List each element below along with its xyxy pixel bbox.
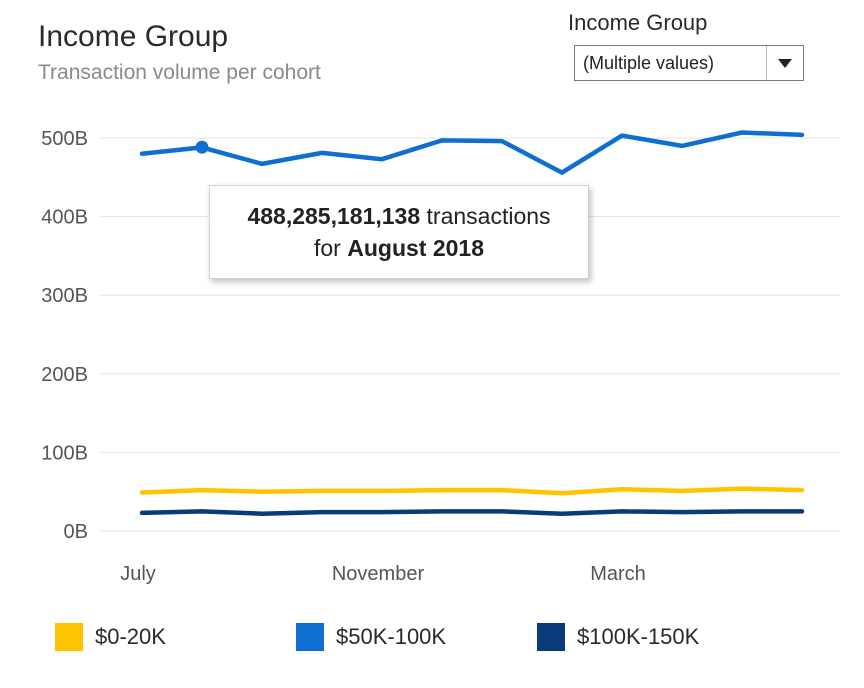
highlighted-point-marker[interactable]	[195, 140, 209, 154]
legend-swatch-50k-100k	[296, 623, 324, 651]
legend-item-0-20k[interactable]: $0-20K	[55, 623, 166, 651]
legend-item-100k-150k[interactable]: $100K-150K	[537, 623, 699, 651]
x-tick-label: March	[590, 563, 646, 585]
x-tick-label: November	[332, 563, 425, 585]
series-line-2[interactable]	[139, 509, 805, 516]
tooltip-unit: transactions	[420, 203, 551, 229]
y-tick-label: 500B	[41, 128, 88, 150]
line-chart: 0B 100B 200B 300B 400B 500B July November March	[41, 128, 840, 585]
legend-label-100k-150k: $100K-150K	[577, 624, 700, 649]
data-tooltip: 488,285,181,138 transactions for August …	[209, 185, 589, 279]
legend-label-50k-100k: $50K-100K	[336, 624, 447, 649]
y-tick-label: 0B	[64, 521, 88, 543]
tooltip-prefix: for	[314, 235, 348, 261]
tooltip-line-1: 488,285,181,138 transactions	[210, 200, 588, 232]
y-tick-label: 200B	[41, 364, 88, 386]
legend-swatch-0-20k	[55, 623, 83, 651]
y-axis-ticks: 0B 100B 200B 300B 400B 500B	[41, 128, 88, 543]
x-axis-ticks: July November March	[120, 563, 646, 585]
point-markers	[195, 140, 209, 154]
x-tick-label: July	[120, 563, 156, 585]
legend-item-50k-100k[interactable]: $50K-100K	[296, 623, 446, 651]
series-line-1[interactable]	[139, 130, 805, 175]
tooltip-period: August 2018	[347, 235, 484, 261]
y-tick-label: 400B	[41, 207, 88, 229]
tooltip-line-2: for August 2018	[210, 232, 588, 264]
series-line-0[interactable]	[139, 486, 805, 496]
tooltip-value: 488,285,181,138	[247, 203, 421, 229]
legend-swatch-100k-150k	[537, 623, 565, 651]
y-tick-label: 300B	[41, 285, 88, 307]
y-tick-label: 100B	[41, 442, 88, 464]
legend-label-0-20k: $0-20K	[95, 624, 166, 649]
